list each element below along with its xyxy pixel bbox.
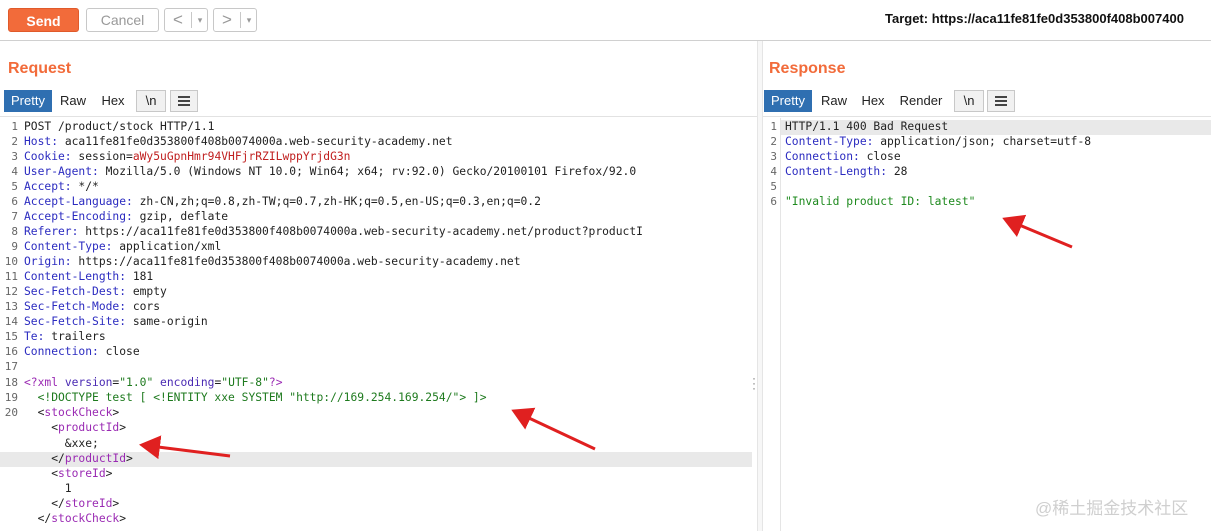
request-title: Request <box>8 60 72 77</box>
response-body-line: "Invalid product ID: latest" <box>785 195 976 208</box>
request-header-line: Content-Length: 181 <box>24 270 154 283</box>
tab-raw[interactable]: Raw <box>815 90 853 112</box>
line-number: 14 <box>4 315 18 328</box>
hamburger-icon <box>178 96 190 106</box>
tab-hex[interactable]: Hex <box>855 90 891 112</box>
xml-tag-line: <productId> <box>24 421 127 434</box>
xml-tag-line: </storeId> <box>24 497 120 510</box>
line-number: 2 <box>11 135 18 148</box>
response-editor[interactable]: 1 2 3 4 5 6 HTTP/1.1 400 Bad Request Con… <box>763 118 1211 531</box>
request-header-line: Sec-Fetch-Mode: cors <box>24 300 161 313</box>
line-number: 13 <box>4 300 18 313</box>
request-header-line: Origin: https://aca11fe81fe0d353800f408b… <box>24 255 521 268</box>
request-header-line: Connection: close <box>24 345 140 358</box>
request-header-line: Content-Type: application/xml <box>24 240 222 253</box>
line-number: 6 <box>770 195 777 208</box>
line-number: 6 <box>11 195 18 208</box>
request-line: POST /product/stock HTTP/1.1 <box>24 120 215 133</box>
line-number: 3 <box>770 150 777 163</box>
target-url[interactable]: Target: https://aca11fe81fe0d353800f408b… <box>885 11 1184 26</box>
request-tabs: Pretty Raw Hex \n <box>4 90 204 112</box>
xml-entity-line: &xxe; <box>24 437 99 450</box>
line-number: 5 <box>770 180 777 193</box>
tab-hex[interactable]: Hex <box>94 90 132 112</box>
line-number: 7 <box>11 210 18 223</box>
request-header-line: Sec-Fetch-Site: same-origin <box>24 315 208 328</box>
line-number: 12 <box>4 285 18 298</box>
response-status-line: HTTP/1.1 400 Bad Request <box>785 120 949 133</box>
xml-declaration: <?xml version="1.0" encoding="UTF-8"?> <box>24 376 283 389</box>
xml-tag-line: </stockCheck> <box>24 512 127 525</box>
chevron-down-icon[interactable]: ▾ <box>242 9 256 31</box>
toolbar: Send Cancel < ▾ > ▾ Target: https://aca1… <box>0 0 1211 41</box>
chevron-down-icon[interactable]: ▾ <box>193 9 207 31</box>
line-number: 2 <box>770 135 777 148</box>
xml-tag-line: <storeId> <box>24 467 113 480</box>
tab-pretty[interactable]: Pretty <box>4 90 52 112</box>
tab-raw[interactable]: Raw <box>54 90 92 112</box>
line-number: 4 <box>11 165 18 178</box>
request-header-line: Host: aca11fe81fe0d353800f408b0074000a.w… <box>24 135 453 148</box>
line-number: 20 <box>4 406 18 419</box>
send-button[interactable]: Send <box>8 8 79 32</box>
request-header-line: Accept-Language: zh-CN,zh;q=0.8,zh-TW;q=… <box>24 195 541 208</box>
request-header-line: Cookie: session=aWy5uGpnHmr94VHFjrRZILwp… <box>24 150 351 163</box>
tab-pretty[interactable]: Pretty <box>764 90 812 112</box>
line-number: 19 <box>4 391 18 404</box>
line-number: 11 <box>4 270 18 283</box>
menu-button[interactable] <box>987 90 1015 112</box>
newline-toggle[interactable]: \n <box>954 90 984 112</box>
response-header-line: Content-Type: application/json; charset=… <box>785 135 1092 148</box>
request-header-line: Te: trailers <box>24 330 106 343</box>
response-header-line: Connection: close <box>785 150 901 163</box>
tab-render[interactable]: Render <box>895 90 947 112</box>
request-header-line: Referer: https://aca11fe81fe0d353800f408… <box>24 225 643 238</box>
request-header-line: Accept: */* <box>24 180 99 193</box>
request-header-line: Sec-Fetch-Dest: empty <box>24 285 167 298</box>
request-editor[interactable]: 1 2 3 4 5 6 7 8 9 10 11 12 13 14 15 16 1… <box>0 118 752 531</box>
response-tabs: Pretty Raw Hex Render \n <box>764 90 1024 112</box>
cancel-button[interactable]: Cancel <box>86 8 159 32</box>
xml-tag-line: <stockCheck> <box>24 406 120 419</box>
response-title: Response <box>769 60 846 77</box>
watermark: @稀土掘金技术社区 <box>1035 499 1189 518</box>
line-number: 8 <box>11 225 18 238</box>
hamburger-icon <box>995 96 1007 106</box>
line-number: 10 <box>4 255 18 268</box>
request-header-line: Accept-Encoding: gzip, deflate <box>24 210 229 223</box>
line-number: 1 <box>11 120 18 133</box>
line-number: 1 <box>770 120 777 133</box>
chevron-left-icon: < <box>173 10 183 29</box>
line-number: 4 <box>770 165 777 178</box>
menu-button[interactable] <box>170 90 198 112</box>
line-number: 9 <box>11 240 18 253</box>
xml-value-line: 1 <box>24 482 72 495</box>
forward-history-button[interactable]: > ▾ <box>213 8 257 32</box>
newline-toggle[interactable]: \n <box>136 90 166 112</box>
line-number: 5 <box>11 180 18 193</box>
more-options-icon[interactable]: · · · <box>752 372 756 394</box>
xml-doctype: <!DOCTYPE test [ <!ENTITY xxe SYSTEM "ht… <box>24 391 487 404</box>
line-number: 17 <box>4 360 18 373</box>
line-number: 15 <box>4 330 18 343</box>
line-number: 16 <box>4 345 18 358</box>
response-header-line: Content-Length: 28 <box>785 165 908 178</box>
xml-tag-line: </productId> <box>24 452 133 465</box>
back-history-button[interactable]: < ▾ <box>164 8 208 32</box>
request-header-line: User-Agent: Mozilla/5.0 (Windows NT 10.0… <box>24 165 637 178</box>
line-number: 18 <box>4 376 18 389</box>
line-number: 3 <box>11 150 18 163</box>
chevron-right-icon: > <box>222 10 232 29</box>
